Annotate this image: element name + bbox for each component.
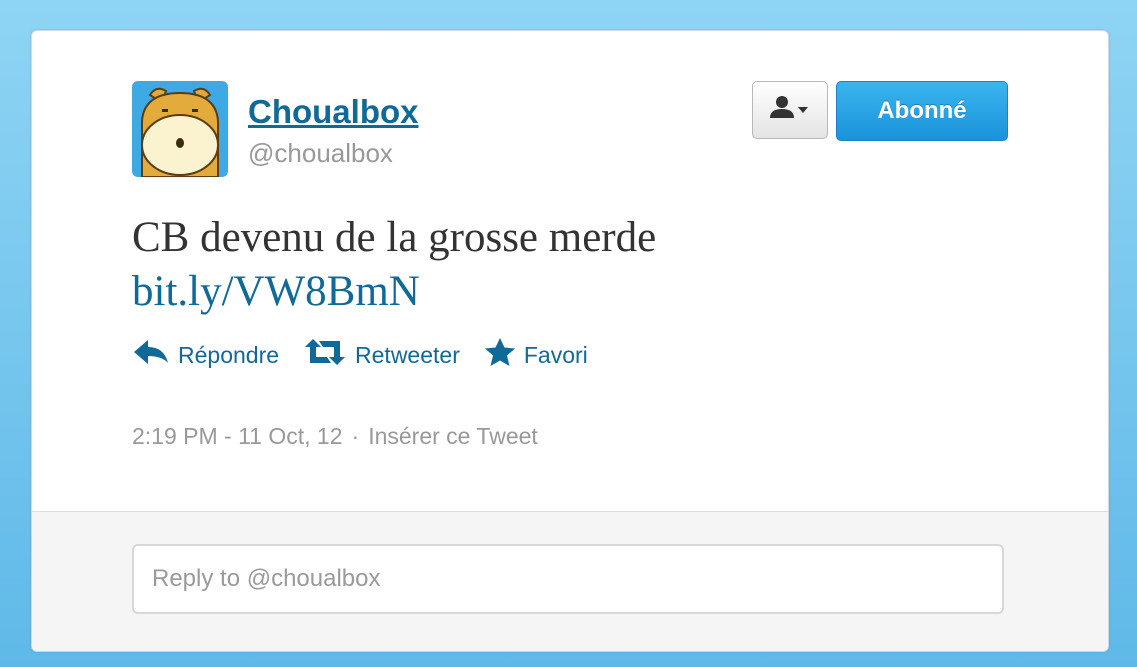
tweet-text: CB devenu de la grosse merde bit.ly/VW8B… [132, 211, 892, 319]
reply-input[interactable] [132, 544, 1004, 614]
reply-label: Répondre [178, 341, 280, 368]
favorite-button[interactable]: Favori [484, 337, 588, 373]
tweet-body: CB devenu de la grosse merde [132, 214, 657, 261]
user-menu-button[interactable] [752, 81, 828, 139]
avatar[interactable] [132, 81, 228, 177]
reply-footer [32, 511, 1108, 651]
tweet-meta: 2:19 PM - 11 Oct, 12 · Insérer ce Tweet [132, 423, 538, 450]
meta-separator: · [351, 423, 360, 449]
tweet-link[interactable]: bit.ly/VW8BmN [132, 268, 420, 315]
retweet-icon [303, 337, 347, 373]
person-dropdown-icon [770, 96, 808, 118]
user-handle: @choualbox [248, 138, 393, 168]
star-icon [484, 337, 516, 373]
tweet-card: Choualbox @choualbox Abonné CB devenu de… [31, 30, 1109, 652]
hamster-avatar-icon [132, 81, 228, 177]
reply-icon [132, 337, 170, 373]
favorite-label: Favori [523, 341, 588, 368]
retweet-button[interactable]: Retweeter [303, 337, 460, 373]
tweet-actions: Répondre Retweeter Favori [132, 337, 612, 373]
retweet-label: Retweeter [355, 341, 460, 368]
embed-tweet-link[interactable]: Insérer ce Tweet [368, 423, 538, 449]
reply-button[interactable]: Répondre [132, 337, 279, 373]
tweet-timestamp[interactable]: 2:19 PM - 11 Oct, 12 [132, 423, 343, 449]
follow-button[interactable]: Abonné [836, 81, 1008, 141]
display-name[interactable]: Choualbox [248, 93, 419, 131]
